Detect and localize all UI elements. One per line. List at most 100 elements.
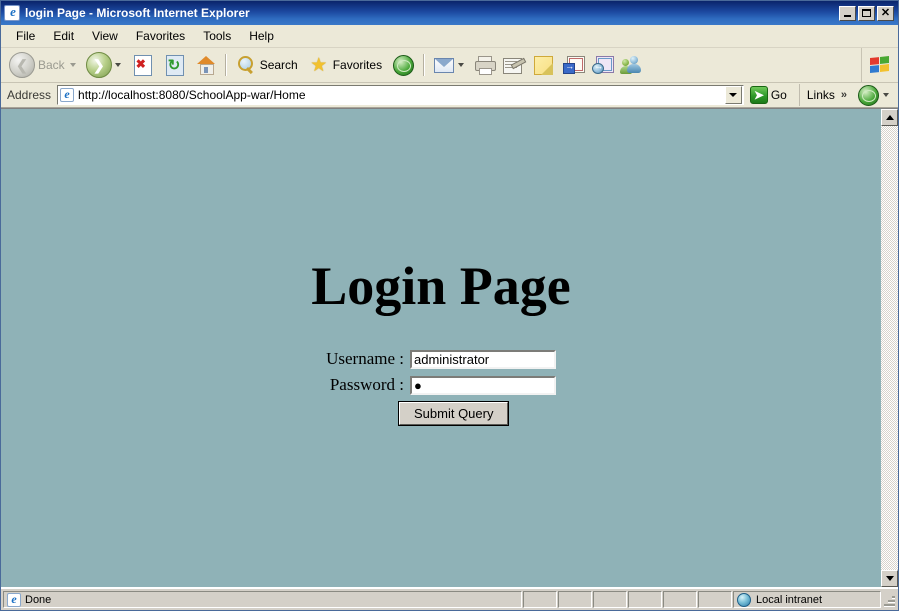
close-button[interactable]: ✕ bbox=[877, 5, 894, 21]
minimize-button[interactable] bbox=[839, 5, 856, 21]
globe-page-icon bbox=[858, 84, 879, 106]
vertical-scrollbar[interactable] bbox=[880, 109, 898, 587]
login-form: Username : Password : Submit Query bbox=[326, 349, 556, 426]
status-bar: Done Local intranet bbox=[1, 588, 898, 610]
security-zone-panel[interactable]: Local intranet bbox=[733, 591, 881, 608]
scroll-up-arrow-icon bbox=[885, 115, 894, 120]
print-button[interactable] bbox=[470, 51, 499, 79]
branding-area bbox=[861, 48, 898, 82]
menu-item-favorites[interactable]: Favorites bbox=[127, 27, 194, 45]
submit-row: Submit Query bbox=[326, 401, 556, 426]
window-controls: ✕ bbox=[839, 5, 896, 21]
search-button-label: Search bbox=[259, 58, 298, 72]
status-segment bbox=[593, 591, 627, 608]
address-bar-label: Address bbox=[7, 88, 52, 102]
status-segment bbox=[523, 591, 557, 608]
status-message-panel: Done bbox=[3, 591, 522, 608]
status-segment bbox=[558, 591, 592, 608]
scroll-down-arrow-icon bbox=[885, 576, 894, 581]
web-page: Login Page Username : Password : Submit … bbox=[1, 109, 880, 587]
title-bar: e login Page - Microsoft Internet Explor… bbox=[1, 1, 898, 25]
edit-button[interactable] bbox=[499, 51, 528, 79]
search-icon bbox=[237, 56, 255, 75]
forward-button[interactable]: ❯ bbox=[82, 51, 127, 79]
maximize-button[interactable] bbox=[858, 5, 875, 21]
mail-icon bbox=[434, 57, 455, 73]
username-row: Username : bbox=[326, 349, 556, 369]
forward-arrow-icon: ❯ bbox=[85, 52, 112, 78]
stop-button[interactable] bbox=[127, 51, 159, 79]
security-zone-label: Local intranet bbox=[756, 593, 823, 606]
password-input[interactable] bbox=[410, 375, 556, 395]
scrollbar-track[interactable] bbox=[881, 126, 898, 570]
address-input-wrapper[interactable]: http://localhost:8080/SchoolApp-war/Home bbox=[57, 85, 744, 105]
refresh-icon bbox=[165, 54, 184, 76]
password-row: Password : bbox=[326, 375, 556, 395]
page-title: Login Page bbox=[311, 256, 571, 316]
go-button[interactable]: ➤ Go bbox=[747, 84, 796, 106]
sticky-note-icon bbox=[534, 55, 554, 75]
menu-item-view[interactable]: View bbox=[83, 27, 127, 45]
notes-button[interactable] bbox=[528, 51, 559, 79]
tray-chevron-down-icon[interactable] bbox=[883, 93, 889, 97]
favorites-button[interactable]: ★ Favorites bbox=[304, 51, 388, 79]
address-bar: Address http://localhost:8080/SchoolApp-… bbox=[1, 83, 898, 108]
menu-bar: File Edit View Favorites Tools Help bbox=[1, 25, 898, 48]
status-segment bbox=[628, 591, 662, 608]
discuss-icon bbox=[592, 55, 615, 75]
forward-history-chevron-down-icon[interactable] bbox=[114, 63, 121, 67]
browser-window: e login Page - Microsoft Internet Explor… bbox=[0, 0, 899, 611]
links-chevron-icon[interactable]: » bbox=[841, 89, 847, 101]
back-button-label: Back bbox=[38, 58, 65, 72]
address-input[interactable]: http://localhost:8080/SchoolApp-war/Home bbox=[78, 88, 725, 102]
scroll-up-button[interactable] bbox=[881, 109, 898, 126]
window-title: login Page - Microsoft Internet Explorer bbox=[25, 6, 250, 20]
star-icon: ★ bbox=[310, 53, 328, 76]
refresh-button[interactable] bbox=[159, 51, 191, 79]
scroll-down-button[interactable] bbox=[881, 570, 898, 587]
home-button[interactable] bbox=[191, 51, 221, 79]
username-label: Username : bbox=[326, 349, 404, 368]
content-area: Login Page Username : Password : Submit … bbox=[1, 108, 898, 588]
media-globe-icon bbox=[393, 54, 415, 76]
back-button[interactable]: ❮ Back bbox=[5, 51, 82, 79]
address-dropdown-button[interactable] bbox=[724, 86, 742, 104]
back-arrow-icon: ❮ bbox=[9, 52, 35, 78]
status-segment bbox=[698, 591, 732, 608]
printer-icon bbox=[474, 56, 497, 75]
discuss-button[interactable] bbox=[588, 51, 617, 79]
edit-page-icon bbox=[503, 57, 527, 74]
navigation-toolbar: ❮ Back ❯ Search ★ Favori bbox=[1, 48, 898, 83]
mail-chevron-down-icon[interactable] bbox=[458, 63, 465, 67]
menu-item-file[interactable]: File bbox=[7, 27, 44, 45]
media-button[interactable] bbox=[388, 51, 419, 79]
ie-document-icon: e bbox=[4, 5, 20, 21]
messenger-button[interactable] bbox=[617, 51, 647, 79]
links-bar[interactable]: Links » bbox=[798, 84, 851, 106]
chevron-down-icon bbox=[729, 93, 738, 97]
ie-page-icon bbox=[7, 592, 21, 607]
back-history-chevron-down-icon[interactable] bbox=[69, 63, 76, 67]
resize-grip[interactable] bbox=[882, 591, 896, 608]
menu-item-edit[interactable]: Edit bbox=[44, 27, 83, 45]
research-button[interactable] bbox=[559, 51, 588, 79]
green-go-arrow-icon: ➤ bbox=[749, 86, 768, 104]
go-button-label: Go bbox=[770, 88, 787, 102]
local-intranet-globe-icon bbox=[737, 592, 751, 607]
ie-page-icon bbox=[60, 87, 75, 102]
toolbar-separator bbox=[423, 54, 426, 76]
menu-item-help[interactable]: Help bbox=[240, 27, 283, 45]
submit-query-button[interactable]: Submit Query bbox=[398, 401, 510, 426]
favorites-button-label: Favorites bbox=[332, 58, 383, 72]
password-label: Password : bbox=[329, 375, 404, 394]
stop-icon bbox=[133, 54, 152, 76]
menu-item-tools[interactable]: Tools bbox=[194, 27, 240, 45]
research-icon bbox=[563, 55, 586, 75]
messenger-people-icon bbox=[620, 56, 643, 74]
search-button[interactable]: Search bbox=[231, 51, 304, 79]
username-input[interactable] bbox=[410, 349, 556, 369]
mail-button[interactable] bbox=[429, 51, 470, 79]
address-tray-button[interactable] bbox=[854, 84, 898, 106]
status-segment bbox=[663, 591, 697, 608]
links-label: Links bbox=[806, 88, 835, 102]
